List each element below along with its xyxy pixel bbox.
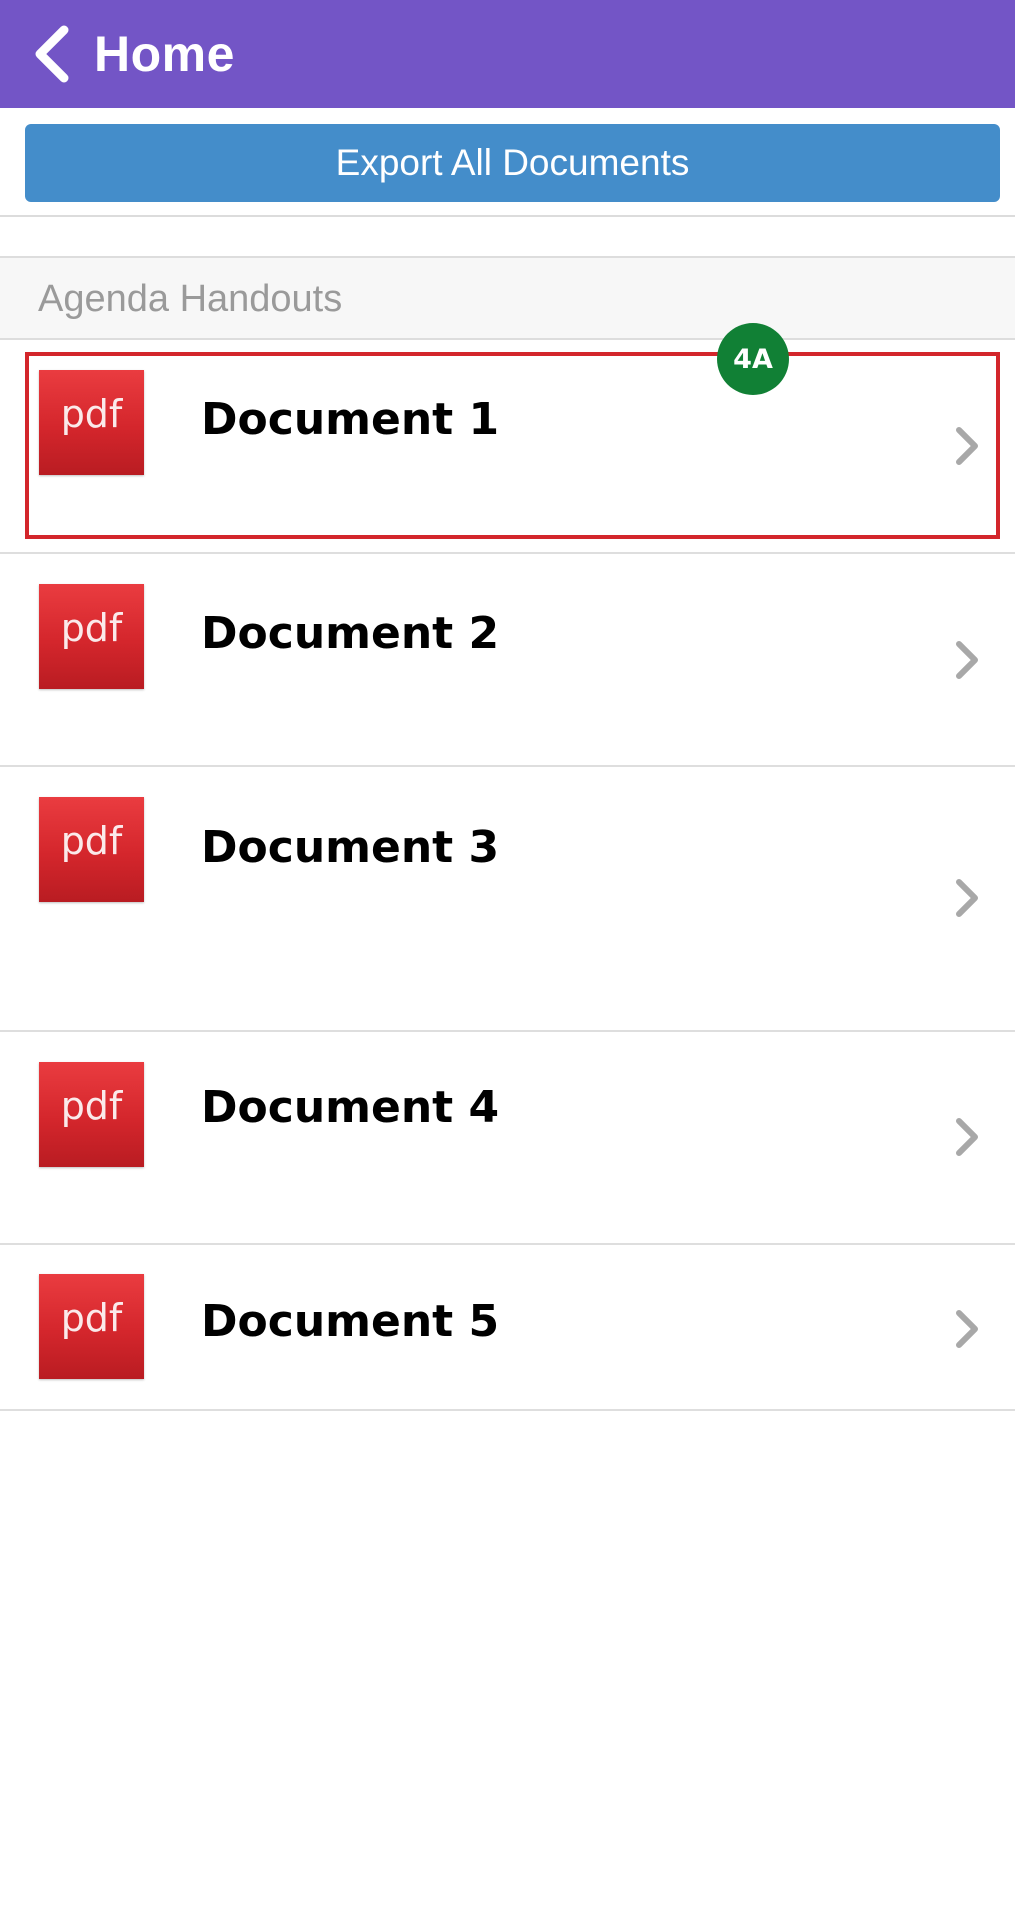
highlight-box <box>25 352 1000 539</box>
document-row-5[interactable]: pdf Document 5 <box>0 1245 1015 1411</box>
section-header: Agenda Handouts <box>0 256 1015 340</box>
back-button[interactable]: Home <box>0 0 235 108</box>
nav-header: Home <box>0 0 1015 108</box>
pdf-icon-label: pdf <box>60 819 123 863</box>
document-title: Document 4 <box>201 1082 500 1133</box>
pdf-icon: pdf <box>39 1274 144 1379</box>
chevron-right-icon <box>956 1310 978 1348</box>
document-row-3[interactable]: pdf Document 3 <box>0 767 1015 1032</box>
section-title: Agenda Handouts <box>38 278 343 320</box>
pdf-icon-label: pdf <box>60 606 123 650</box>
pdf-icon: pdf <box>39 797 144 902</box>
chevron-right-icon <box>956 641 978 679</box>
document-row-2[interactable]: pdf Document 2 <box>0 554 1015 767</box>
pdf-icon-label: pdf <box>60 1296 123 1340</box>
back-label: Home <box>94 26 235 82</box>
chevron-right-icon <box>956 1118 978 1156</box>
pdf-icon-label: pdf <box>60 1084 123 1128</box>
export-all-documents-button[interactable]: Export All Documents <box>25 124 1000 202</box>
documents-screen: Home Export All Documents Agenda Handout… <box>0 0 1015 1920</box>
row-divider <box>0 1409 1015 1411</box>
pdf-icon: pdf <box>39 1062 144 1167</box>
document-row-4[interactable]: pdf Document 4 <box>0 1032 1015 1245</box>
document-title: Document 3 <box>201 822 500 873</box>
document-title: Document 2 <box>201 608 500 659</box>
pdf-icon: pdf <box>39 584 144 689</box>
step-badge: 4A <box>717 323 789 395</box>
chevron-left-icon <box>35 25 69 83</box>
chevron-right-icon <box>956 879 978 917</box>
divider <box>0 215 1015 217</box>
document-title: Document 5 <box>201 1296 500 1347</box>
